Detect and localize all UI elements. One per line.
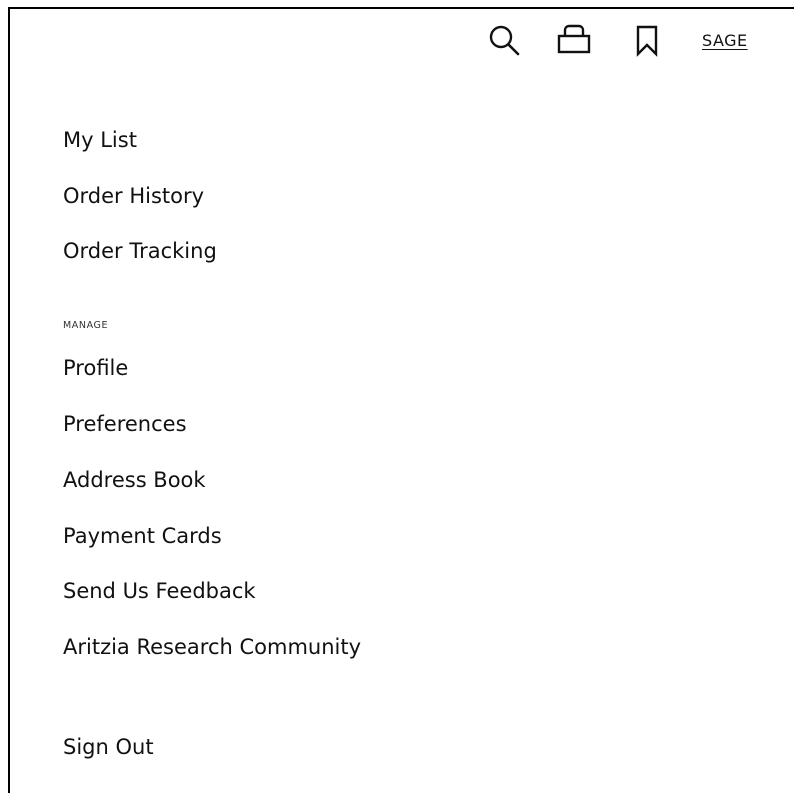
menu-item-profile[interactable]: Profile — [63, 355, 128, 381]
menu-item-preferences[interactable]: Preferences — [63, 411, 187, 437]
menu-item-payment-cards[interactable]: Payment Cards — [63, 523, 222, 549]
menu-item-order-history[interactable]: Order History — [63, 183, 204, 209]
header-bar: SAGE — [10, 9, 794, 69]
account-menu-panel: SAGE My List Order History Order Trackin… — [8, 7, 794, 793]
menu-item-my-list[interactable]: My List — [63, 127, 137, 153]
menu-item-research-community[interactable]: Aritzia Research Community — [63, 634, 361, 660]
menu-item-address-book[interactable]: Address Book — [63, 467, 206, 493]
search-icon[interactable] — [487, 24, 521, 58]
bookmark-icon[interactable] — [635, 25, 659, 57]
sign-out-link[interactable]: Sign Out — [63, 734, 154, 760]
menu-item-send-feedback[interactable]: Send Us Feedback — [63, 578, 256, 604]
shopping-bag-icon[interactable] — [557, 23, 591, 55]
menu-item-order-tracking[interactable]: Order Tracking — [63, 238, 217, 264]
section-label-manage: MANAGE — [63, 320, 109, 331]
account-name-link[interactable]: SAGE — [702, 31, 748, 50]
